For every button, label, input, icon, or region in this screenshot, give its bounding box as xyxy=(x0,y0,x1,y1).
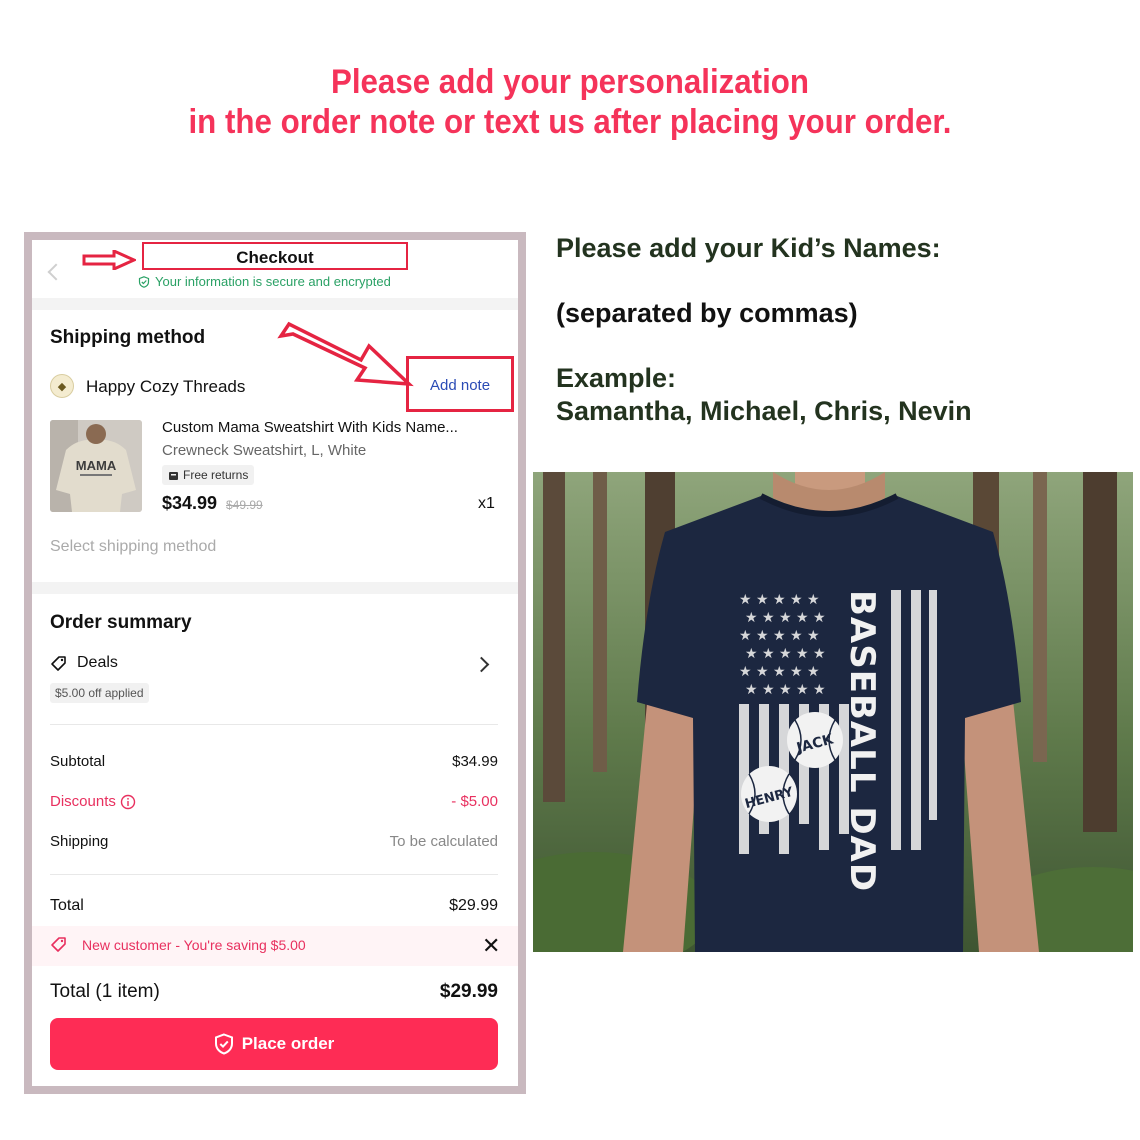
shield-check-icon xyxy=(214,1033,233,1055)
product-quantity: x1 xyxy=(478,495,495,512)
product-price: $34.99 xyxy=(162,493,218,513)
total-value: $29.99 xyxy=(449,897,498,914)
box-icon xyxy=(169,471,178,480)
discounts-row-label: Discounts xyxy=(50,793,136,810)
footer-total-value: $29.99 xyxy=(439,981,498,1002)
shipping-value: To be calculated xyxy=(389,833,498,850)
chevron-right-icon[interactable] xyxy=(473,656,490,673)
shipping-label: Shipping xyxy=(50,833,109,850)
instruction-line-2: (separated by commas) xyxy=(556,298,858,328)
section-divider xyxy=(32,582,518,594)
add-note-button[interactable]: Add note xyxy=(430,377,490,394)
secure-note-text: Your information is secure and encrypted xyxy=(155,274,391,289)
deals-label[interactable]: Deals xyxy=(77,654,118,672)
tag-icon xyxy=(51,656,66,671)
new-customer-text: New customer - You're saving $5.00 xyxy=(82,937,306,953)
tshirt-mockup-image: ★ ★ ★ ★ ★ ★ ★ ★ ★ ★ ★ ★ ★ ★ ★ ★ ★ ★ ★ ★ … xyxy=(533,472,1133,952)
instruction-example-label: Example: xyxy=(556,363,677,393)
free-returns-text: Free returns xyxy=(183,468,249,482)
shop-logo-icon: ◆ xyxy=(50,374,74,398)
shop-name: Happy Cozy Threads xyxy=(86,377,246,396)
select-shipping-method[interactable]: Select shipping method xyxy=(50,538,216,556)
svg-text:★ ★ ★ ★ ★: ★ ★ ★ ★ ★ xyxy=(745,682,826,698)
footer-total-label: Total (1 item) xyxy=(50,981,160,1002)
subtotal-value: $34.99 xyxy=(452,753,498,770)
svg-text:★ ★ ★ ★ ★: ★ ★ ★ ★ ★ xyxy=(739,592,820,608)
svg-text:★ ★ ★ ★ ★: ★ ★ ★ ★ ★ xyxy=(745,646,826,662)
svg-text:★ ★ ★ ★ ★: ★ ★ ★ ★ ★ xyxy=(745,610,826,626)
headline-line-2: in the order note or text us after placi… xyxy=(188,103,952,141)
deals-applied-badge: $5.00 off applied xyxy=(50,683,149,703)
secure-note: Your information is secure and encrypted xyxy=(138,274,418,289)
close-icon[interactable]: ✕ xyxy=(482,935,500,957)
total-label: Total xyxy=(50,897,84,914)
checkout-screenshot: Checkout Your information is secure and … xyxy=(24,232,526,1094)
headline-line-1: Please add your personalization xyxy=(330,63,810,101)
shipping-method-title: Shipping method xyxy=(50,327,206,348)
thumb-text: MAMA xyxy=(76,458,117,473)
big-red-arrow-icon xyxy=(277,321,414,387)
back-chevron-icon[interactable] xyxy=(47,263,65,281)
discounts-value: - $5.00 xyxy=(451,793,498,810)
product-original-price: $49.99 xyxy=(226,498,263,512)
product-title[interactable]: Custom Mama Sweatshirt With Kids Name... xyxy=(162,419,502,436)
subtotal-label: Subtotal xyxy=(50,753,106,770)
section-divider xyxy=(32,298,518,310)
free-returns-badge: Free returns xyxy=(162,465,255,485)
divider xyxy=(50,724,498,725)
product-thumbnail-image: MAMA xyxy=(50,420,142,512)
divider xyxy=(50,874,498,875)
shirt-title-text: BASEBALL DAD xyxy=(842,590,882,892)
info-icon[interactable] xyxy=(120,794,136,810)
product-photo: ★ ★ ★ ★ ★ ★ ★ ★ ★ ★ ★ ★ ★ ★ ★ ★ ★ ★ ★ ★ … xyxy=(533,472,1133,952)
tag-icon xyxy=(51,937,66,952)
place-order-label: Place order xyxy=(241,1034,335,1053)
shield-check-icon xyxy=(138,275,150,288)
svg-text:★ ★ ★ ★ ★: ★ ★ ★ ★ ★ xyxy=(739,664,820,680)
svg-text:★ ★ ★ ★ ★: ★ ★ ★ ★ ★ xyxy=(739,628,820,644)
order-summary-title: Order summary xyxy=(50,612,192,633)
instruction-line-1: Please add your Kid’s Names: xyxy=(556,233,941,263)
place-order-button[interactable]: Place order xyxy=(50,1018,498,1070)
product-thumbnail[interactable]: MAMA xyxy=(50,420,142,512)
red-arrow-icon xyxy=(82,250,136,270)
instruction-example-names: Samantha, Michael, Chris, Nevin xyxy=(556,396,972,426)
checkout-title: Checkout xyxy=(142,242,408,270)
checkout-screen: Checkout Your information is secure and … xyxy=(32,240,518,1086)
product-variant: Crewneck Sweatshirt, L, White xyxy=(162,442,367,459)
discounts-label: Discounts xyxy=(50,793,116,810)
